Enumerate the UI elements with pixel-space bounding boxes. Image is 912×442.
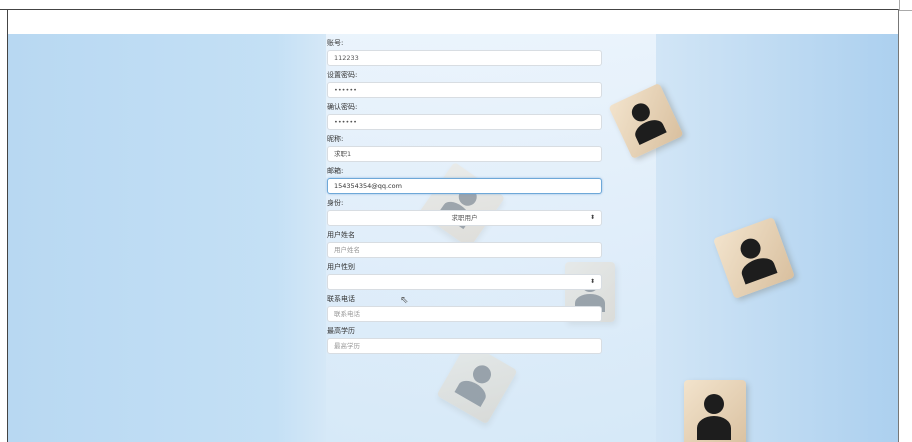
email-input[interactable]: 154354354@qq.com — [327, 178, 602, 194]
role-label: 身份: — [327, 199, 344, 207]
phone-label: 联系电话 — [327, 295, 355, 303]
nickname-input[interactable]: 求职1 — [327, 146, 602, 162]
registration-form: 账号: 112233 设置密码: •••••• 确认密码: •••••• 昵称:… — [327, 35, 611, 358]
account-label: 账号: — [327, 39, 344, 47]
gender-select[interactable]: ⬍ — [327, 274, 602, 290]
role-select-value: 求职用户 — [451, 214, 478, 222]
browser-top-bar — [0, 0, 898, 10]
confirm-password-input[interactable]: •••••• — [327, 114, 602, 130]
realname-label: 用户姓名 — [327, 231, 355, 239]
role-select[interactable]: 求职用户 ⬍ — [327, 210, 602, 226]
account-input[interactable]: 112233 — [327, 50, 602, 66]
person-cube-icon — [684, 380, 746, 442]
updown-caret-icon: ⬍ — [589, 214, 595, 221]
phone-input[interactable]: 联系电话 — [327, 306, 602, 322]
person-cube-icon — [712, 216, 796, 300]
confirm-password-label: 确认密码: — [327, 103, 358, 111]
nickname-label: 昵称: — [327, 135, 344, 143]
email-label: 邮箱: — [327, 167, 344, 175]
education-label: 最高学历 — [327, 327, 355, 335]
password-input[interactable]: •••••• — [327, 82, 602, 98]
education-input[interactable]: 最高学历 — [327, 338, 602, 354]
right-border — [898, 9, 899, 442]
gender-label: 用户性别 — [327, 263, 355, 271]
password-label: 设置密码: — [327, 71, 358, 79]
updown-caret-icon: ⬍ — [589, 278, 595, 285]
window-corner — [899, 0, 912, 11]
realname-input[interactable]: 用户姓名 — [327, 242, 602, 258]
pointer-cursor-icon: ⇖ — [400, 295, 409, 306]
